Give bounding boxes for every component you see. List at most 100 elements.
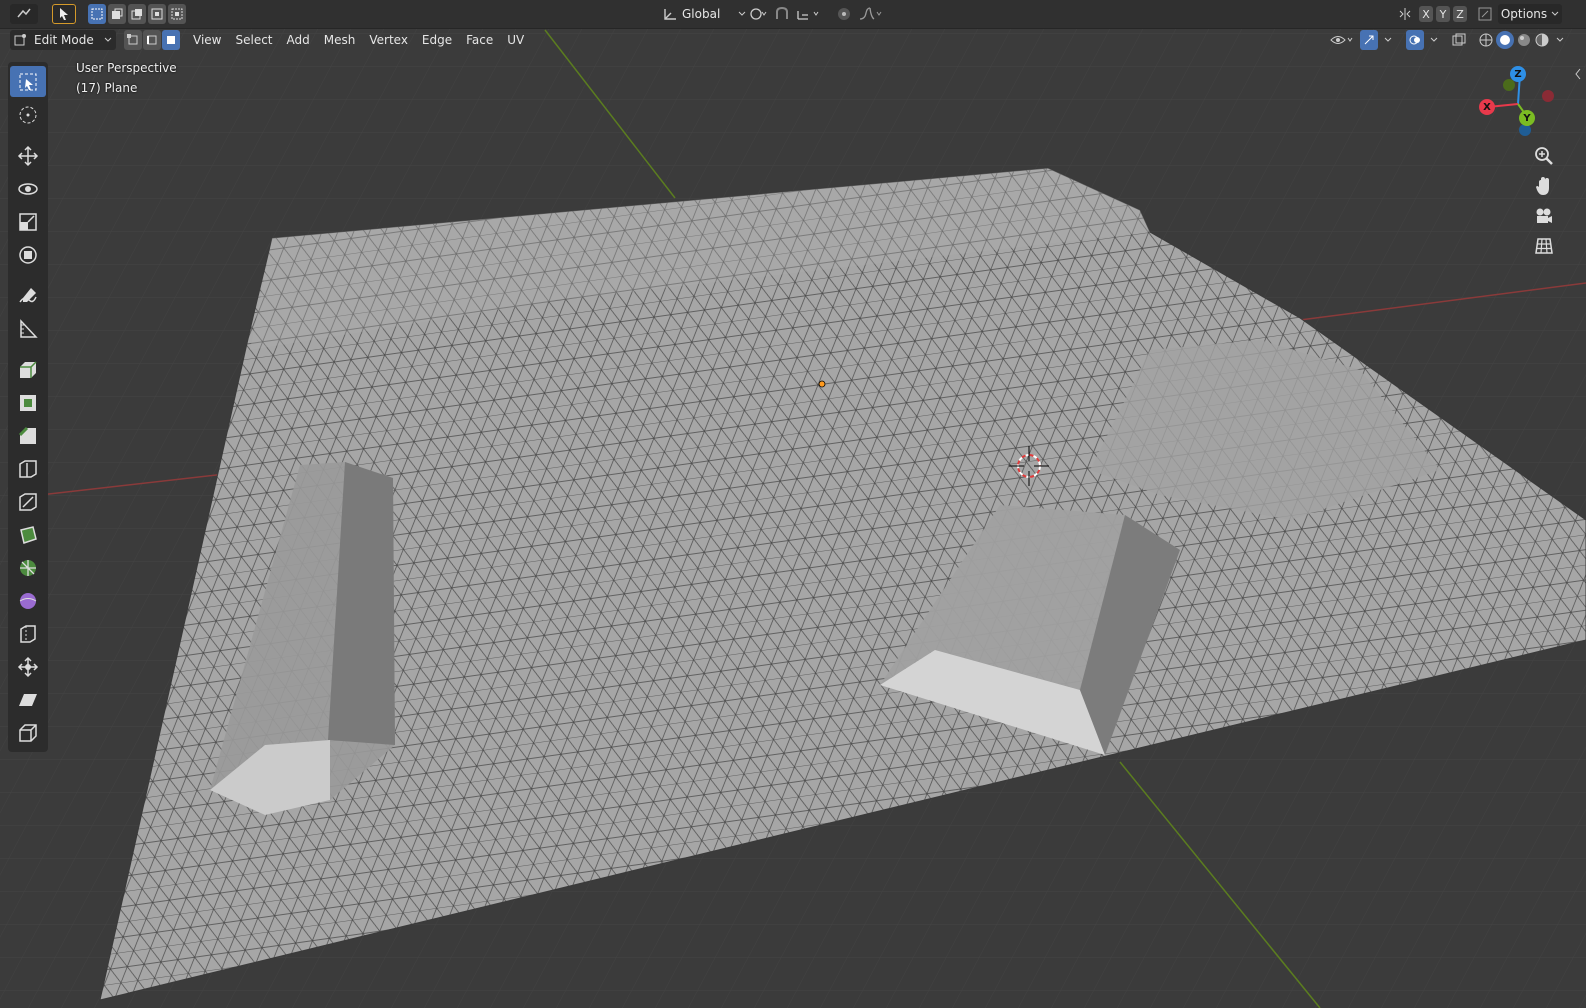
- chevron-down-icon[interactable]: [1556, 31, 1564, 49]
- mirror-group: X Y Z: [1398, 6, 1492, 22]
- menu-face[interactable]: Face: [459, 29, 500, 51]
- cursor-arrow-icon: [58, 7, 70, 21]
- select-subtract-button[interactable]: [128, 4, 146, 24]
- menu-vertex[interactable]: Vertex: [362, 29, 415, 51]
- tool-measure[interactable]: [10, 313, 46, 344]
- falloff-icon[interactable]: [858, 7, 884, 21]
- tool-spacer: [8, 272, 48, 278]
- visibility-icon[interactable]: [1330, 33, 1354, 47]
- tool-transform[interactable]: [10, 239, 46, 270]
- select-mode-group: [88, 4, 186, 24]
- annotate-icon: [17, 285, 39, 307]
- zoom-button[interactable]: [1530, 142, 1558, 170]
- tool-inset[interactable]: [10, 387, 46, 418]
- overlay-toggle-button[interactable]: [1406, 30, 1424, 50]
- menu-view[interactable]: View: [186, 29, 228, 51]
- select-mode-buttons: [124, 30, 180, 50]
- tool-scale[interactable]: [10, 206, 46, 237]
- shrink-fatten-icon: [17, 656, 39, 678]
- rip-icon: [17, 722, 39, 744]
- mode-dropdown[interactable]: Edit Mode: [10, 30, 116, 50]
- extrude-icon: [17, 359, 39, 381]
- menu-edge[interactable]: Edge: [415, 29, 459, 51]
- wireframe-shading-icon[interactable]: [1478, 31, 1494, 49]
- tool-smooth[interactable]: [10, 585, 46, 616]
- face-select-button[interactable]: [162, 30, 180, 50]
- chevron-down-icon[interactable]: [1384, 37, 1392, 43]
- spin-icon: [17, 557, 39, 579]
- tool-shrink-fatten[interactable]: [10, 651, 46, 682]
- xray-icon[interactable]: [1452, 33, 1466, 47]
- gizmo-z[interactable]: Z: [1510, 66, 1526, 82]
- material-shading-icon[interactable]: [1516, 31, 1532, 49]
- select-new-icon: [91, 8, 103, 20]
- zoom-icon: [1534, 146, 1554, 166]
- pivot-point-icon[interactable]: [748, 7, 768, 21]
- tool-shelf: [8, 62, 48, 752]
- menu-add[interactable]: Add: [280, 29, 317, 51]
- tool-shear[interactable]: [10, 684, 46, 715]
- vertex-select-button[interactable]: [124, 30, 142, 50]
- select-tool-button[interactable]: [52, 4, 76, 24]
- transform-orientation[interactable]: Global: [662, 7, 746, 21]
- poly-build-icon: [17, 524, 39, 546]
- select-invert-button[interactable]: [148, 4, 166, 24]
- tool-edge-slide[interactable]: [10, 618, 46, 649]
- tool-cursor[interactable]: [10, 99, 46, 130]
- tool-select-box[interactable]: [10, 66, 46, 97]
- select-subtract-icon: [131, 8, 143, 20]
- menu-bar: View Select Add Mesh Vertex Edge Face UV: [186, 29, 531, 51]
- sidebar-toggle[interactable]: [1574, 68, 1584, 82]
- top-header: Global X Y Z Options: [0, 0, 1586, 29]
- solid-shading-icon: [1499, 34, 1511, 46]
- mirror-icon: [1398, 7, 1412, 21]
- tool-bevel[interactable]: [10, 420, 46, 451]
- gizmo-y[interactable]: Y: [1519, 110, 1535, 126]
- snap-target-icon[interactable]: [796, 7, 822, 21]
- chevron-down-icon: [1551, 11, 1559, 17]
- select-new-button[interactable]: [88, 4, 106, 24]
- tool-rip[interactable]: [10, 717, 46, 748]
- tool-move[interactable]: [10, 140, 46, 171]
- mirror-z-button[interactable]: Z: [1453, 6, 1467, 22]
- menu-mesh[interactable]: Mesh: [317, 29, 363, 51]
- chevron-down-icon: [104, 37, 112, 43]
- options-label: Options: [1500, 7, 1548, 21]
- mirror-x-button[interactable]: X: [1419, 6, 1433, 22]
- chevron-down-icon[interactable]: [1430, 37, 1438, 43]
- orientation-label: Global: [682, 7, 721, 21]
- edge-select-button[interactable]: [143, 30, 161, 50]
- tool-rotate[interactable]: [10, 173, 46, 204]
- select-intersect-button[interactable]: [168, 4, 186, 24]
- menu-select[interactable]: Select: [228, 29, 279, 51]
- tool-spin[interactable]: [10, 552, 46, 583]
- menu-uv[interactable]: UV: [500, 29, 531, 51]
- select-box-icon: [18, 72, 38, 92]
- camera-icon: [1534, 206, 1554, 226]
- editor-type-button[interactable]: [10, 4, 38, 24]
- mode-label: Edit Mode: [34, 33, 94, 47]
- camera-view-button[interactable]: [1530, 202, 1558, 230]
- 3d-viewport[interactable]: [0, 0, 1586, 1008]
- smooth-icon: [17, 590, 39, 612]
- tool-annotate[interactable]: [10, 280, 46, 311]
- tool-knife[interactable]: [10, 486, 46, 517]
- options-button[interactable]: Options: [1498, 4, 1562, 24]
- tool-poly-build[interactable]: [10, 519, 46, 550]
- rendered-shading-icon[interactable]: [1534, 31, 1550, 49]
- object-origin: [818, 380, 826, 388]
- pan-button[interactable]: [1530, 172, 1558, 200]
- proportional-edit-icon[interactable]: [836, 7, 852, 21]
- mirror-y-button[interactable]: Y: [1436, 6, 1450, 22]
- snap-icon[interactable]: [774, 7, 790, 21]
- ortho-toggle-button[interactable]: [1530, 232, 1558, 260]
- tool-loop-cut[interactable]: [10, 453, 46, 484]
- gizmo-x[interactable]: X: [1479, 99, 1495, 115]
- gizmo-toggle-button[interactable]: [1360, 30, 1378, 50]
- tool-extrude[interactable]: [10, 354, 46, 385]
- auto-merge-icon[interactable]: [1478, 7, 1492, 21]
- navigation-gizmo[interactable]: Z X Y: [1478, 62, 1564, 142]
- solid-shading-button[interactable]: [1496, 31, 1514, 49]
- select-extend-button[interactable]: [108, 4, 126, 24]
- gizmo-icon: [1363, 34, 1375, 46]
